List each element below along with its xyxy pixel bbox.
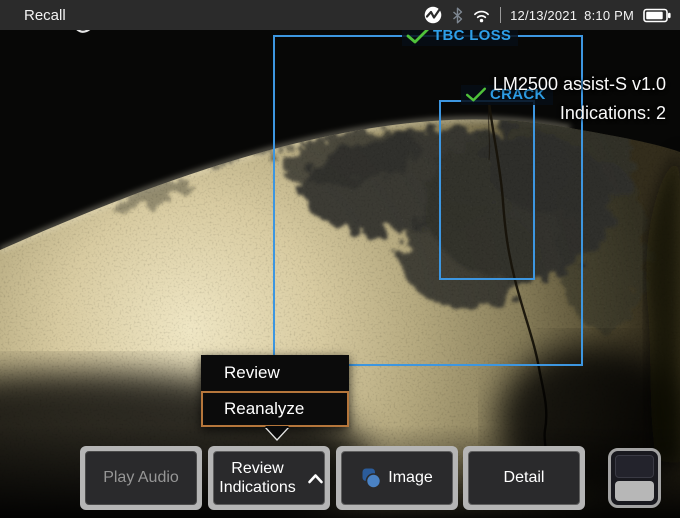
- bluetooth-icon: [452, 7, 463, 24]
- detail-tile: Detail: [463, 446, 585, 510]
- button-label: Image: [388, 469, 432, 487]
- datetime: 12/13/2021 8:10 PM: [510, 8, 634, 23]
- status-icons: 12/13/2021 8:10 PM: [423, 0, 671, 30]
- chevron-up-icon: [307, 473, 324, 484]
- play-audio-button[interactable]: Play Audio: [85, 451, 197, 505]
- check-icon: [465, 87, 487, 102]
- assist-name: LM2500 assist-S v1.0: [493, 70, 666, 99]
- menu-pointer-arrow: [265, 426, 289, 439]
- image-button[interactable]: Image: [341, 451, 453, 505]
- button-label: Review Indications: [215, 459, 301, 497]
- screen-split-toggle-button[interactable]: [608, 448, 661, 508]
- review-indications-button[interactable]: Review Indications: [213, 451, 325, 505]
- review-indications-tile: Review Indications: [208, 446, 330, 510]
- toggle-top-half: [615, 455, 654, 478]
- assist-info: LM2500 assist-S v1.0 Indications: 2: [493, 70, 666, 128]
- image-stack-icon: [361, 467, 382, 489]
- menu-item-review[interactable]: Review: [201, 355, 349, 391]
- context-menu: Review Reanalyze: [201, 355, 349, 427]
- status-date: 12/13/2021: [510, 8, 577, 23]
- status-time: 8:10 PM: [584, 8, 634, 23]
- page-title: Recall: [24, 7, 66, 24]
- wifi-icon: [472, 8, 491, 23]
- device-screen: TBC LOSS CRACK LM2500 assist-S v1.0 Indi…: [0, 0, 680, 518]
- toggle-bottom-half: [615, 481, 654, 502]
- status-bar: Recall 12/1: [0, 0, 680, 30]
- connect-icon: [423, 5, 443, 25]
- image-tile: Image: [336, 446, 458, 510]
- status-divider: [500, 7, 501, 23]
- detail-button[interactable]: Detail: [468, 451, 580, 505]
- indications-count: Indications: 2: [493, 99, 666, 128]
- battery-icon: [643, 8, 671, 23]
- play-audio-tile: Play Audio: [80, 446, 202, 510]
- menu-item-reanalyze[interactable]: Reanalyze: [201, 391, 349, 427]
